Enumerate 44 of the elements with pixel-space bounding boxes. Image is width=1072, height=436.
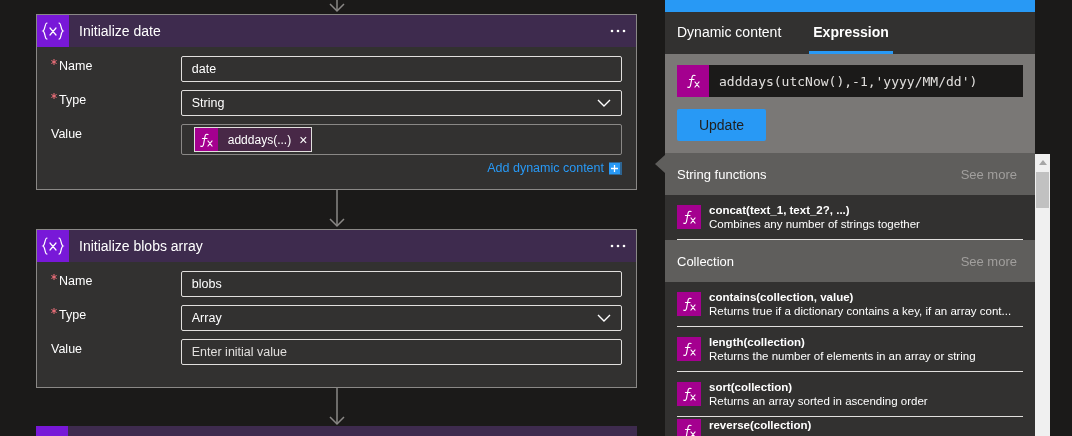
field-label: Value [51, 342, 83, 357]
update-button[interactable]: Update [677, 109, 766, 141]
add-dynamic-content-link[interactable]: Add dynamic content [487, 161, 604, 176]
function-name: length(collection) [709, 336, 806, 348]
fx-icon [685, 73, 701, 89]
function-list-item[interactable]: contains(collection, value) Returns true if a dictionary contains a key, if an array cont... [677, 282, 1023, 327]
type-dropdown[interactable]: String [180, 90, 622, 117]
field-label: Value [51, 127, 83, 142]
scrollbar[interactable] [1035, 154, 1050, 436]
card-title: Initialize date [79, 23, 162, 40]
panel-tab[interactable]: Dynamic content [677, 12, 782, 54]
expression-token[interactable]: adddays(...) × [193, 127, 313, 153]
function-list-item[interactable]: length(collection) Returns the number of elements in an array or string [677, 327, 1023, 372]
field-label: Type [59, 93, 87, 108]
function-name: concat(text_1, text_2?, ...) [709, 204, 851, 216]
function-description: Returns true if a dictionary contains a key, if an array cont... [709, 305, 1012, 317]
field-label: Name [59, 274, 93, 289]
plus-icon [609, 161, 622, 175]
function-name: contains(collection, value) [709, 291, 855, 303]
function-name: sort(collection) [709, 381, 794, 393]
card-title: Initialize blobs array [79, 238, 204, 255]
function-list-item[interactable]: sort(collection) Returns an array sorted in ascending order [677, 372, 1023, 417]
field-label: Name [59, 59, 93, 74]
type-dropdown[interactable]: Array [180, 305, 622, 332]
function-name: reverse(collection) [709, 419, 812, 431]
input-field[interactable]: blobs [180, 271, 622, 298]
chevron-down-icon [597, 99, 611, 108]
function-description: Combines any number of strings together [709, 218, 920, 230]
chevron-down-icon [597, 314, 611, 323]
more-dots-icon [610, 244, 626, 249]
function-list-item[interactable]: reverse(collection) [677, 417, 1023, 436]
input-field[interactable]: date [180, 56, 622, 83]
scrollbar-thumb[interactable] [1036, 172, 1049, 208]
expression-input[interactable]: adddays(utcNow(),-1,'yyyy/MM/dd') [677, 65, 1023, 97]
remove-token-button[interactable]: × [295, 131, 312, 148]
function-description: Returns the number of elements in an array or string [709, 350, 976, 362]
field-label: Type [59, 308, 87, 323]
more-dots-icon [610, 29, 626, 34]
input-field[interactable]: Enter initial value [180, 339, 622, 366]
token-label: adddays(...) [226, 132, 293, 147]
section-title: String functions [677, 166, 767, 182]
section-title: Collection [677, 253, 735, 269]
function-description: Returns an array sorted in ascending order [709, 395, 928, 407]
value-field[interactable]: adddays(...) × [180, 124, 622, 156]
